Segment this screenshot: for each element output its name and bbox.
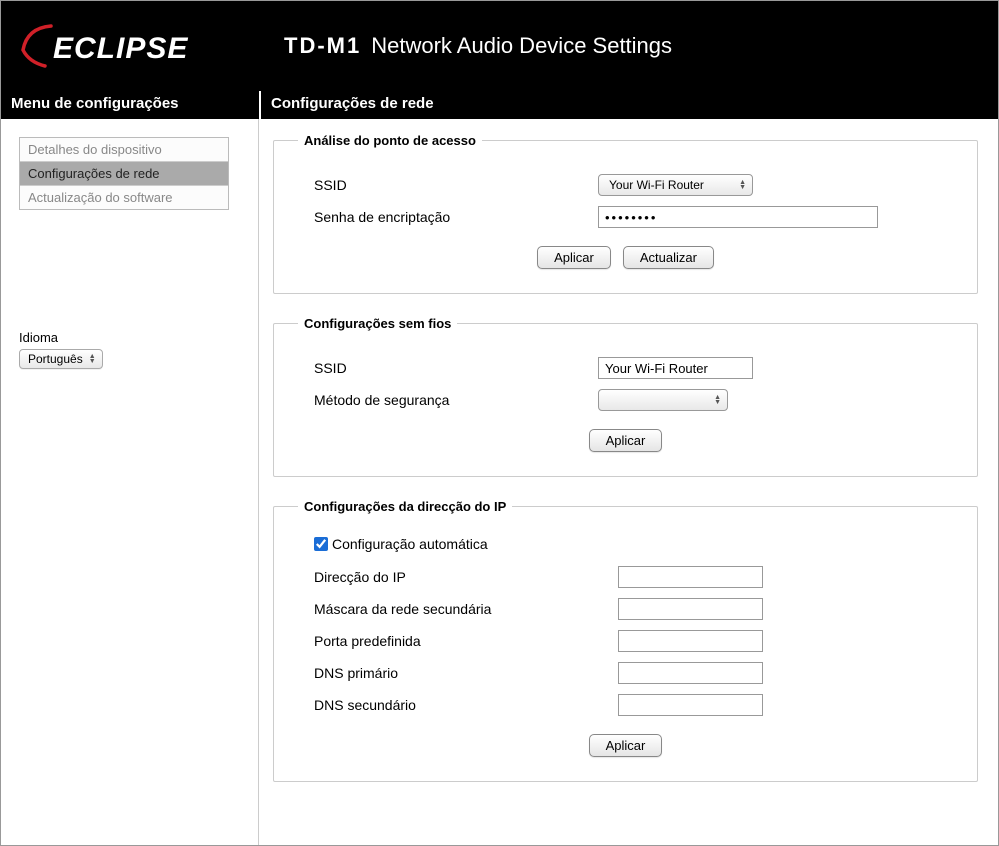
- language-select-value: Português: [28, 352, 83, 366]
- ip-address-row: Direcção do IP: [298, 566, 953, 588]
- eclipse-logo-icon: ECLIPSE: [19, 22, 229, 70]
- wifi-security-select[interactable]: ▲▼: [598, 389, 728, 411]
- ap-password-row: Senha de encriptação: [298, 206, 953, 228]
- wifi-apply-button[interactable]: Aplicar: [589, 429, 663, 452]
- product-title: TD-M1 Network Audio Device Settings: [284, 33, 672, 59]
- ip-apply-button[interactable]: Aplicar: [589, 734, 663, 757]
- ap-apply-button[interactable]: Aplicar: [537, 246, 611, 269]
- svg-text:ECLIPSE: ECLIPSE: [53, 32, 188, 65]
- main-content: Análise do ponto de acesso SSID Your Wi-…: [259, 119, 998, 845]
- ap-ssid-row: SSID Your Wi-Fi Router ▲▼: [298, 174, 953, 196]
- ip-mask-input[interactable]: [618, 598, 763, 620]
- ip-dns2-label: DNS secundário: [298, 697, 618, 713]
- language-block: Idioma Português ▲▼: [19, 330, 248, 369]
- sidebar-title: Menu de configurações: [1, 91, 259, 119]
- nav-item-network-settings[interactable]: Configurações de rede: [20, 162, 228, 186]
- app-window: ECLIPSE TD-M1 Network Audio Device Setti…: [0, 0, 999, 846]
- ip-dns1-input[interactable]: [618, 662, 763, 684]
- wifi-ssid-input[interactable]: [598, 357, 753, 379]
- product-subtitle: Network Audio Device Settings: [371, 33, 672, 59]
- ap-refresh-button[interactable]: Actualizar: [623, 246, 714, 269]
- chevron-updown-icon: ▲▼: [739, 180, 746, 190]
- wifi-security-label: Método de segurança: [298, 392, 598, 408]
- ip-dns2-input[interactable]: [618, 694, 763, 716]
- ip-address-label: Direcção do IP: [298, 569, 618, 585]
- sidebar: Detalhes do dispositivo Configurações de…: [1, 119, 259, 845]
- ap-button-row: Aplicar Actualizar: [298, 246, 953, 269]
- section-wireless-legend: Configurações sem fios: [298, 316, 457, 331]
- ip-dns2-row: DNS secundário: [298, 694, 953, 716]
- section-titles-row: Menu de configurações Configurações de r…: [1, 91, 998, 119]
- ip-dns1-row: DNS primário: [298, 662, 953, 684]
- body-row: Detalhes do dispositivo Configurações de…: [1, 119, 998, 845]
- section-access-point-legend: Análise do ponto de acesso: [298, 133, 482, 148]
- brand-logo: ECLIPSE: [19, 22, 229, 70]
- wifi-ssid-label: SSID: [298, 360, 598, 376]
- product-model: TD-M1: [284, 33, 361, 59]
- ip-auto-row: Configuração automática: [298, 536, 953, 552]
- ap-ssid-label: SSID: [298, 177, 598, 193]
- ap-password-label: Senha de encriptação: [298, 209, 598, 225]
- nav-list: Detalhes do dispositivo Configurações de…: [19, 137, 229, 210]
- ip-gateway-input[interactable]: [618, 630, 763, 652]
- header-bar: ECLIPSE TD-M1 Network Audio Device Setti…: [1, 1, 998, 91]
- ip-auto-label: Configuração automática: [332, 536, 488, 552]
- nav-item-device-details[interactable]: Detalhes do dispositivo: [20, 138, 228, 162]
- ip-address-input[interactable]: [618, 566, 763, 588]
- section-access-point: Análise do ponto de acesso SSID Your Wi-…: [273, 133, 978, 294]
- ip-mask-label: Máscara da rede secundária: [298, 601, 618, 617]
- nav-item-software-update[interactable]: Actualização do software: [20, 186, 228, 209]
- ip-gateway-label: Porta predefinida: [298, 633, 618, 649]
- ip-gateway-row: Porta predefinida: [298, 630, 953, 652]
- ap-password-input[interactable]: [598, 206, 878, 228]
- ip-dns1-label: DNS primário: [298, 665, 618, 681]
- wifi-security-row: Método de segurança ▲▼: [298, 389, 953, 411]
- chevron-updown-icon: ▲▼: [714, 395, 721, 405]
- language-select[interactable]: Português ▲▼: [19, 349, 103, 369]
- section-ip: Configurações da direcção do IP Configur…: [273, 499, 978, 782]
- section-wireless: Configurações sem fios SSID Método de se…: [273, 316, 978, 477]
- ap-ssid-select-value: Your Wi-Fi Router: [609, 178, 704, 192]
- language-label: Idioma: [19, 330, 248, 345]
- ip-auto-checkbox[interactable]: [314, 537, 328, 551]
- wifi-button-row: Aplicar: [298, 429, 953, 452]
- ip-button-row: Aplicar: [298, 734, 953, 757]
- ap-ssid-select[interactable]: Your Wi-Fi Router ▲▼: [598, 174, 753, 196]
- chevron-updown-icon: ▲▼: [89, 354, 96, 364]
- wifi-ssid-row: SSID: [298, 357, 953, 379]
- ip-mask-row: Máscara da rede secundária: [298, 598, 953, 620]
- main-title: Configurações de rede: [259, 91, 998, 119]
- section-ip-legend: Configurações da direcção do IP: [298, 499, 512, 514]
